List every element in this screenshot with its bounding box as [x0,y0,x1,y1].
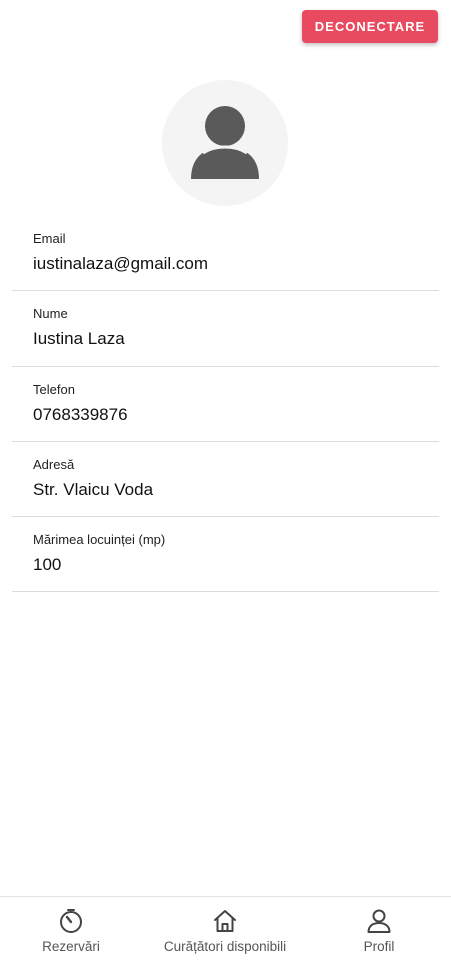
home-icon [211,907,239,935]
nav-item-reservations[interactable]: Rezervări [30,897,112,967]
nav-label: Curățători disponibili [163,939,287,954]
field-email[interactable]: Email iustinalaza@gmail.com [12,216,439,292]
profile-fields: Email iustinalaza@gmail.com Nume Iustina… [12,216,439,593]
logout-button[interactable]: DECONECTARE [302,10,438,43]
field-label: Mărimea locuinței (mp) [33,532,166,548]
field-value: Iustina Laza [33,329,125,349]
field-value: Str. Vlaicu Voda [33,479,154,499]
bottom-nav: Rezervări Curățători disponibili Profil [0,896,451,967]
field-value: 0768339876 [33,404,128,424]
field-label: Email [33,231,66,246]
user-avatar-icon [191,106,259,179]
field-label: Telefon [33,381,75,397]
field-address[interactable]: Adresă Str. Vlaicu Voda [12,442,439,518]
field-phone[interactable]: Telefon 0768339876 [12,367,439,442]
person-icon [365,907,393,935]
field-value: 100 [33,555,62,575]
nav-item-profile[interactable]: Profil [344,897,414,967]
field-home-size[interactable]: Mărimea locuinței (mp) 100 [12,517,439,593]
field-value: iustinalaza@gmail.com [33,254,209,273]
nav-label: Profil [363,939,395,954]
field-label: Nume [33,306,68,322]
avatar [162,80,288,206]
nav-item-available-cleaners[interactable]: Curățători disponibili [150,897,300,967]
timer-icon [57,907,85,935]
nav-label: Rezervări [42,939,100,954]
field-name[interactable]: Nume Iustina Laza [12,291,439,367]
profile-screen: DECONECTARE Email iustinalaza@gmail.com … [0,0,451,967]
field-label: Adresă [33,456,75,472]
